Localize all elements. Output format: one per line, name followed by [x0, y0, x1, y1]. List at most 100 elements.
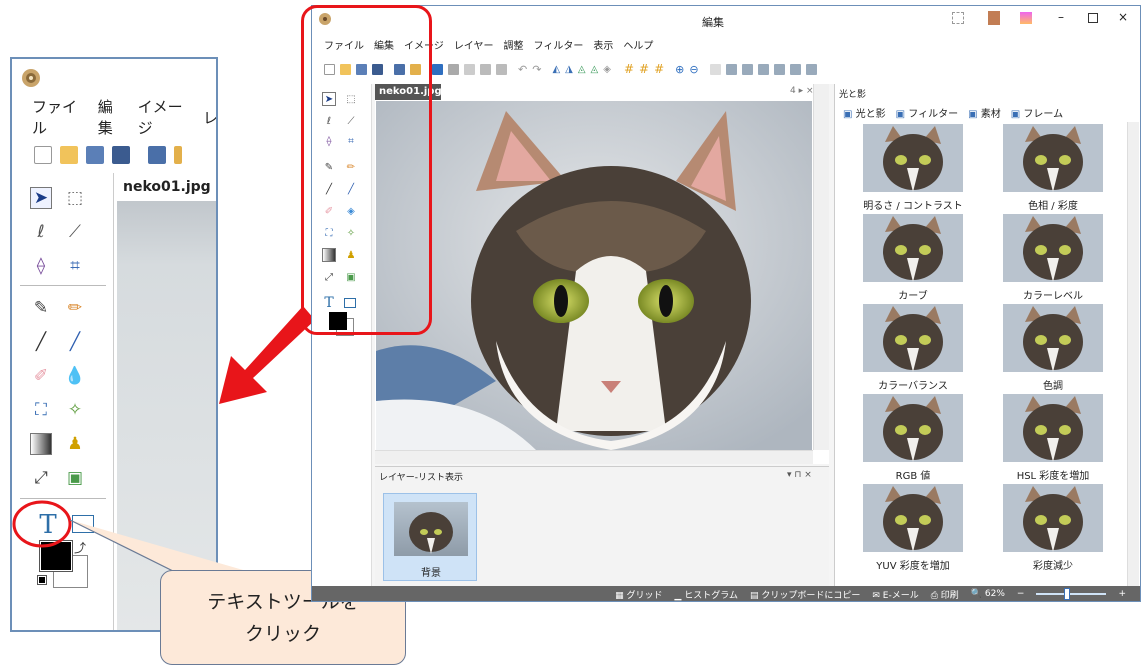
effects-scrollbar[interactable]	[1127, 122, 1139, 586]
open-folder-icon[interactable]	[60, 146, 78, 164]
close-button[interactable]: ×	[1118, 10, 1128, 24]
effect-brightness-contrast[interactable]: 明るさ / コントラスト	[843, 122, 983, 212]
resize-icon[interactable]: ◈	[603, 64, 611, 75]
effect-hue-saturation[interactable]: 色相 / 彩度	[983, 122, 1123, 212]
zoom-menu-file[interactable]: ファイル	[32, 96, 84, 138]
retouch-icon[interactable]: ▣	[64, 467, 86, 489]
avatar[interactable]	[988, 11, 1000, 25]
effect-tone[interactable]: 色調	[983, 302, 1123, 392]
zoom-out-icon[interactable]: ⊖	[689, 63, 698, 76]
fill-bucket-icon[interactable]: ⛶	[30, 399, 52, 421]
status-histogram[interactable]: ▁ ヒストグラム	[674, 588, 738, 601]
crop-icon[interactable]: ⌗	[64, 255, 86, 277]
magic-wand-icon[interactable]: ⟋	[64, 221, 86, 243]
menu-help[interactable]: ヘルプ	[623, 37, 653, 52]
menu-filter[interactable]: フィルター	[534, 37, 584, 52]
save-as-icon[interactable]	[112, 146, 130, 164]
effect-curves[interactable]: カーブ	[843, 212, 983, 302]
reset-colors-icon[interactable]	[37, 575, 47, 585]
effect-thumbnail	[863, 394, 963, 462]
grid-icon[interactable]: #	[624, 62, 634, 76]
email-icon[interactable]	[174, 146, 182, 164]
zoom-doc-tab[interactable]: neko01.jpg	[117, 173, 216, 201]
effect-desaturate[interactable]: 彩度減少	[983, 482, 1123, 572]
effect-thumbnail	[863, 304, 963, 372]
zoom-in-icon[interactable]: ⊕	[675, 63, 684, 76]
rotate-right-icon[interactable]: ◬	[591, 64, 599, 75]
grid-snap-icon[interactable]: #	[639, 62, 649, 76]
spray-icon[interactable]: ✧	[64, 399, 86, 421]
zoom-out-button[interactable]: −	[1017, 589, 1025, 599]
paste-new-icon[interactable]	[496, 63, 507, 75]
effect-color-levels[interactable]: カラーレベル	[983, 212, 1123, 302]
eraser-icon[interactable]: ✐	[30, 365, 52, 387]
select-arrow-icon[interactable]: ➤	[30, 187, 52, 209]
chart-icon[interactable]	[789, 63, 801, 75]
levels-icon[interactable]	[805, 63, 817, 75]
effect-yuv-saturation[interactable]: YUV 彩度を増加	[843, 482, 983, 572]
brush-icon[interactable]: ╱	[64, 331, 86, 353]
menu-layer[interactable]: レイヤー	[454, 37, 494, 52]
effect-hsl-saturation[interactable]: HSL 彩度を増加	[983, 392, 1123, 482]
polygon-select-icon[interactable]: ⟠	[30, 255, 52, 277]
main-toolbar: ↶ ↷ ◭ ◮ ◬ ◬ ◈ # # # ⊕ ⊖	[312, 54, 1140, 84]
align-icon[interactable]	[757, 63, 769, 75]
actual-size-icon[interactable]	[709, 63, 721, 75]
rotate-left-icon[interactable]: ◬	[578, 64, 586, 75]
effect-color-balance[interactable]: カラーバランス	[843, 302, 983, 392]
effects-panel-title: 光と影	[839, 90, 867, 100]
lasso-icon[interactable]: ℓ	[30, 221, 52, 243]
gradient-icon[interactable]	[30, 433, 52, 455]
eyedropper-icon[interactable]: ✎	[30, 297, 52, 319]
flip-v-icon[interactable]: ◮	[565, 64, 573, 75]
zoom-in-button[interactable]: +	[1118, 589, 1126, 599]
water-drop-icon[interactable]: 💧	[64, 365, 86, 387]
layer-item[interactable]: 背景	[383, 493, 477, 581]
menu-view[interactable]: 表示	[593, 37, 613, 52]
effect-thumbnail	[863, 484, 963, 552]
tab-frame[interactable]: ▣ フレーム	[1011, 105, 1063, 120]
redo-icon[interactable]: ↷	[532, 63, 541, 76]
cut-icon[interactable]	[448, 63, 459, 75]
tab-light-shadow[interactable]: ▣ 光と影	[843, 105, 886, 120]
snip-icon[interactable]	[952, 12, 964, 24]
status-email[interactable]: ✉ E-メール	[872, 588, 918, 601]
canvas-horizontal-scrollbar[interactable]	[375, 450, 813, 464]
layer-panel-controls[interactable]: ▾ ⊓ ×	[787, 470, 812, 480]
effect-rgb-value[interactable]: RGB 値	[843, 392, 983, 482]
save-icon[interactable]	[86, 146, 104, 164]
stamp-icon[interactable]: ♟	[64, 433, 86, 455]
status-grid[interactable]: ▦ グリッド	[615, 588, 662, 601]
canvas-vertical-scrollbar[interactable]	[813, 84, 829, 450]
menu-adjust[interactable]: 調整	[504, 37, 524, 52]
theme-icon[interactable]	[1020, 12, 1032, 24]
minimize-button[interactable]: –	[1058, 10, 1064, 24]
toolbox-divider	[20, 285, 106, 286]
zoom-slider[interactable]	[1036, 588, 1107, 600]
grid-settings-icon[interactable]: #	[654, 62, 664, 76]
pencil-icon[interactable]: ✏	[64, 297, 86, 319]
new-file-icon[interactable]	[34, 146, 52, 164]
maximize-button[interactable]	[1088, 13, 1098, 23]
copy-icon[interactable]	[464, 63, 475, 75]
undo-icon[interactable]: ↶	[518, 63, 527, 76]
canvas-panel-controls[interactable]: 4 ▸ ×	[790, 86, 814, 96]
flip-h-icon[interactable]: ◭	[552, 64, 560, 75]
tab-material[interactable]: ▣ 素材	[968, 105, 1001, 120]
line-icon[interactable]: ╱	[30, 331, 52, 353]
paste-icon[interactable]	[480, 63, 491, 75]
copy-window-icon[interactable]	[432, 63, 443, 75]
status-print[interactable]: ⎙ 印刷	[931, 588, 959, 601]
fit-window-icon[interactable]	[725, 63, 737, 75]
rect-select-icon[interactable]: ⬚	[64, 187, 86, 209]
status-clipboard[interactable]: ▤ クリップボードにコピー	[750, 588, 860, 601]
zoom-menu-edit[interactable]: 編集	[98, 96, 124, 138]
print-icon[interactable]	[148, 146, 166, 164]
fit-height-icon[interactable]	[741, 63, 753, 75]
zoom-menu-layer[interactable]: レ	[203, 107, 216, 128]
tab-filter[interactable]: ▣ フィルター	[896, 105, 958, 120]
smudge-icon[interactable]: ⤢	[30, 467, 52, 489]
zoom-menu-image[interactable]: イメージ	[138, 96, 189, 138]
zoom-slider-thumb[interactable]	[1064, 588, 1071, 600]
distribute-icon[interactable]	[773, 63, 785, 75]
